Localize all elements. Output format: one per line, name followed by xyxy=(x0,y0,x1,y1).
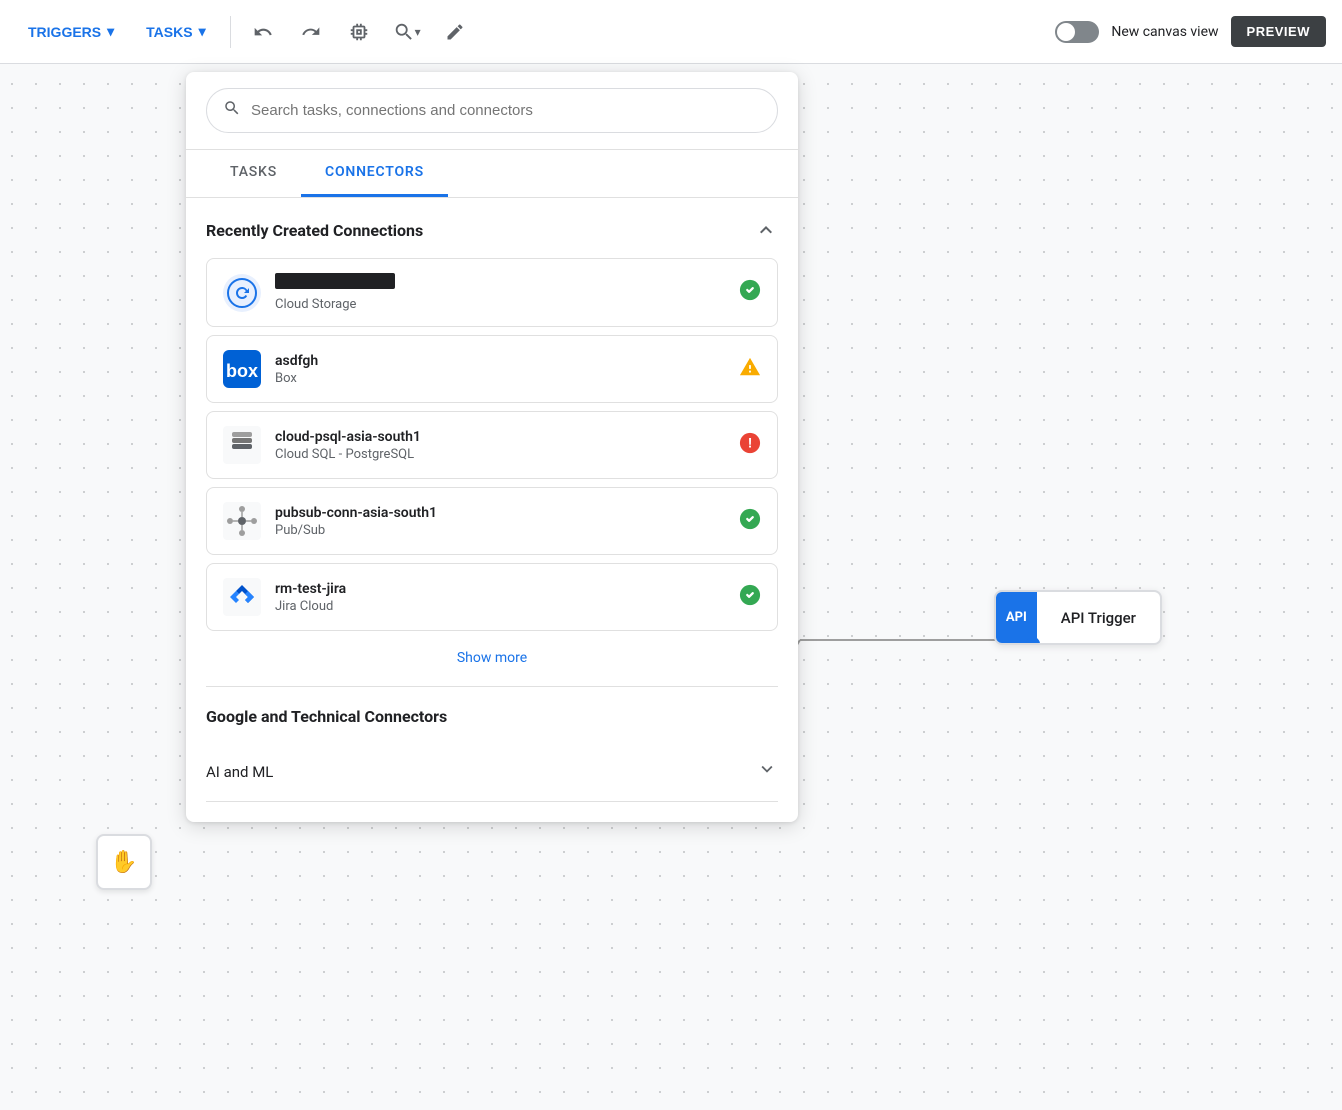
cloud-sql-type: Cloud SQL - PostgreSQL xyxy=(275,447,725,462)
tasks-dropdown-icon: ▾ xyxy=(199,23,206,40)
cloud-sql-icon xyxy=(223,426,261,464)
box-icon: box xyxy=(223,350,261,388)
recently-created-title: Recently Created Connections xyxy=(206,221,423,240)
jira-status xyxy=(739,584,761,611)
zoom-button[interactable]: ▾ xyxy=(387,12,427,52)
toolbar-divider-1 xyxy=(230,16,231,48)
connectors-panel: TASKS CONNECTORS Recently Created Connec… xyxy=(186,72,798,822)
cloud-sql-status: ! xyxy=(739,432,761,459)
show-more[interactable]: Show more xyxy=(206,647,778,666)
tab-connectors[interactable]: CONNECTORS xyxy=(301,150,448,197)
cloud-sql-connection-name: cloud-psql-asia-south1 xyxy=(275,429,725,445)
pubsub-icon xyxy=(223,502,261,540)
panel-content: Recently Created Connections Clo xyxy=(186,198,798,822)
jira-connection-name: rm-test-jira xyxy=(275,581,725,597)
connection-list: Cloud Storage box asdfgh Box xyxy=(206,258,778,631)
search-bar xyxy=(186,72,798,150)
jira-info: rm-test-jira Jira Cloud xyxy=(275,581,725,614)
google-technical-title: Google and Technical Connectors xyxy=(206,707,778,726)
search-input[interactable] xyxy=(251,102,761,119)
triggers-button[interactable]: TRIGGERS ▾ xyxy=(16,17,126,46)
hand-tool-button[interactable]: ✋ xyxy=(96,834,152,890)
api-trigger-text: API Trigger xyxy=(1037,593,1160,643)
tabs-bar: TASKS CONNECTORS xyxy=(186,150,798,198)
connection-item-cloud-storage[interactable]: Cloud Storage xyxy=(206,258,778,327)
show-more-link[interactable]: Show more xyxy=(457,650,527,666)
cloud-storage-info: Cloud Storage xyxy=(275,273,725,312)
pubsub-status xyxy=(739,508,761,535)
box-type: Box xyxy=(275,371,725,386)
pubsub-type: Pub/Sub xyxy=(275,523,725,538)
toolbar: TRIGGERS ▾ TASKS ▾ ▾ New canvas view PRE… xyxy=(0,0,1342,64)
box-connection-name: asdfgh xyxy=(275,353,725,369)
canvas-view-toggle[interactable] xyxy=(1055,21,1099,43)
box-status xyxy=(739,356,761,383)
redo-button[interactable] xyxy=(291,12,331,52)
zoom-dropdown-icon: ▾ xyxy=(415,25,421,39)
cloud-storage-type: Cloud Storage xyxy=(275,297,725,312)
cloud-storage-status xyxy=(739,279,761,306)
ai-ml-chevron-icon xyxy=(756,758,778,785)
tasks-button[interactable]: TASKS ▾ xyxy=(134,17,217,46)
pubsub-info: pubsub-conn-asia-south1 Pub/Sub xyxy=(275,505,725,538)
cloud-sql-info: cloud-psql-asia-south1 Cloud SQL - Postg… xyxy=(275,429,725,462)
recently-created-header: Recently Created Connections xyxy=(206,218,778,242)
connection-item-jira[interactable]: rm-test-jira Jira Cloud xyxy=(206,563,778,631)
search-icon xyxy=(223,99,241,122)
cloud-storage-name-redacted xyxy=(275,273,395,289)
section-divider xyxy=(206,686,778,687)
triggers-label: TRIGGERS xyxy=(28,24,101,40)
box-info: asdfgh Box xyxy=(275,353,725,386)
triggers-dropdown-icon: ▾ xyxy=(107,23,114,40)
ai-ml-label: AI and ML xyxy=(206,763,273,781)
toolbar-right: New canvas view PREVIEW xyxy=(1055,16,1326,47)
tab-tasks[interactable]: TASKS xyxy=(206,150,301,197)
search-input-wrapper[interactable] xyxy=(206,88,778,133)
api-trigger-node[interactable]: API API Trigger xyxy=(994,590,1162,645)
connection-item-pubsub[interactable]: pubsub-conn-asia-south1 Pub/Sub xyxy=(206,487,778,555)
ai-ml-category[interactable]: AI and ML xyxy=(206,742,778,802)
connection-item-cloud-sql[interactable]: cloud-psql-asia-south1 Cloud SQL - Postg… xyxy=(206,411,778,479)
network-button[interactable] xyxy=(339,12,379,52)
connection-item-box[interactable]: box asdfgh Box xyxy=(206,335,778,403)
api-trigger-tab-label: API xyxy=(996,592,1037,643)
tasks-label: TASKS xyxy=(146,24,192,40)
google-technical-section: Google and Technical Connectors AI and M… xyxy=(206,707,778,802)
new-canvas-label: New canvas view xyxy=(1111,24,1218,40)
api-trigger-dot xyxy=(1026,637,1040,645)
preview-button[interactable]: PREVIEW xyxy=(1231,16,1326,47)
collapse-button[interactable] xyxy=(754,218,778,242)
jira-type: Jira Cloud xyxy=(275,599,725,614)
jira-icon xyxy=(223,578,261,616)
undo-button[interactable] xyxy=(243,12,283,52)
cloud-storage-icon xyxy=(223,274,261,312)
hand-icon: ✋ xyxy=(110,850,137,875)
edit-button[interactable] xyxy=(435,12,475,52)
svg-text:!: ! xyxy=(748,435,753,450)
pubsub-connection-name: pubsub-conn-asia-south1 xyxy=(275,505,725,521)
svg-text:box: box xyxy=(226,361,258,381)
